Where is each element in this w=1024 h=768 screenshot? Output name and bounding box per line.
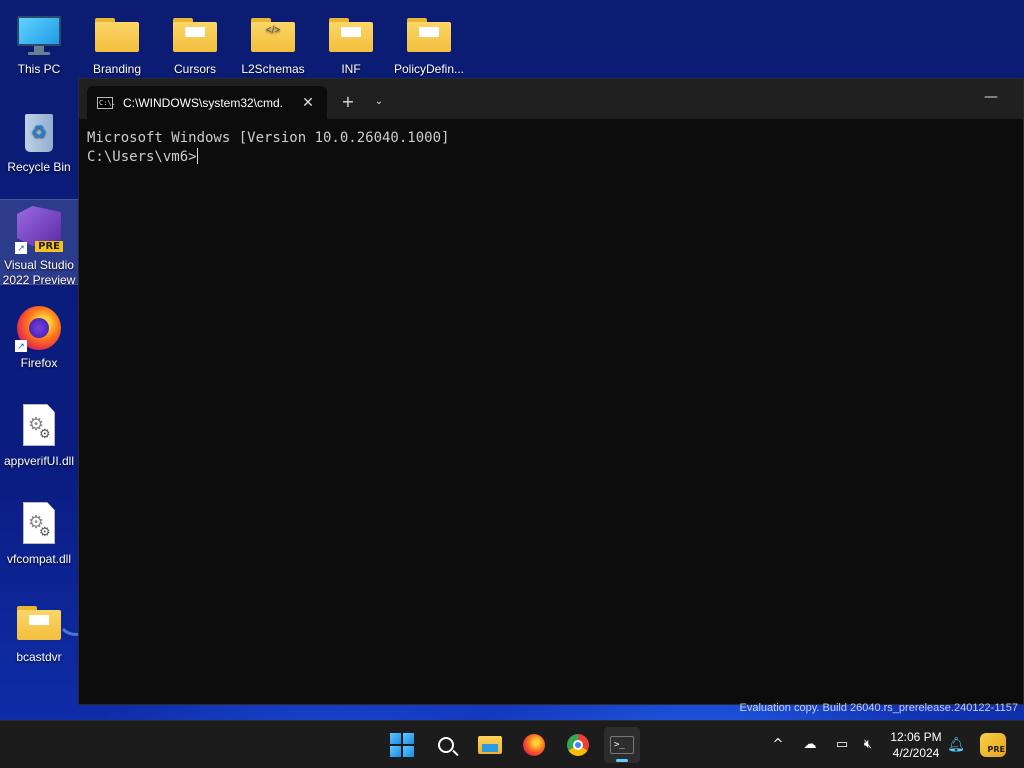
onedrive-offline-icon[interactable]: ☁ [800,735,820,755]
chrome-icon [567,734,589,756]
desktop-icon-label: L2Schemas [241,62,305,76]
recycle-bin-icon: ♻ [15,108,63,156]
search-button[interactable] [428,727,464,763]
firefox-icon [523,734,545,756]
desktop-icon-recycle-bin[interactable]: ♻ Recycle Bin [0,102,78,175]
terminal-titlebar[interactable]: C:\. C:\WINDOWS\system32\cmd. ✕ + ⌄ — [79,79,1023,119]
terminal-taskbar-button[interactable]: >_ [604,727,640,763]
desktop-icon-label: Branding [92,62,142,76]
desktop-icon-inf[interactable]: INF [312,4,390,77]
desktop-icon-label: Visual Studio 2022 Preview [2,258,76,287]
console-line: C:\Users\vm6> [87,148,1015,167]
close-tab-button[interactable]: ✕ [299,95,317,111]
taskbar-clock[interactable]: 12:06 PM 4/2/2024 [880,729,952,761]
volume-muted-icon[interactable]: 🔇︎ [858,735,878,755]
desktop-icon-appverifui-dll[interactable]: ⚙ ⚙ appverifUI.dll [0,396,78,469]
clock-date: 4/2/2024 [892,746,940,760]
console-line: Microsoft Windows [Version 10.0.26040.10… [87,130,450,146]
terminal-window[interactable]: C:\. C:\WINDOWS\system32\cmd. ✕ + ⌄ — Mi… [78,78,1024,705]
chrome-taskbar-button[interactable] [560,727,596,763]
show-hidden-icons-button[interactable]: ^ [768,735,788,755]
desktop-icon-this-pc[interactable]: This PC [0,4,78,77]
folder-icon [171,10,219,58]
folder-icon [405,10,453,58]
text-cursor [196,148,198,164]
shortcut-arrow-icon: ↗ [15,340,27,352]
tab-title: C:\WINDOWS\system32\cmd. [123,95,284,110]
console-output[interactable]: Microsoft Windows [Version 10.0.26040.10… [79,119,1023,177]
clock-time: 12:06 PM [890,730,942,744]
new-tab-button[interactable]: + [337,91,359,113]
desktop-icon-label: PolicyDefin... [393,62,465,76]
desktop-icon-label: vfcompat.dll [6,552,72,566]
chevron-down-icon[interactable]: ⌄ [369,91,389,113]
notification-bell-icon[interactable]: 🔔︎ [946,735,966,755]
desktop-icon-vfcompat-dll[interactable]: ⚙ ⚙ vfcompat.dll [0,494,78,567]
desktop-icon-l2schemas[interactable]: </> L2Schemas [234,4,312,77]
monitor-icon [15,10,63,58]
cmd-icon: C:\. [97,96,116,109]
desktop-icon-label: Firefox [20,356,58,370]
preview-badge: PRE [35,241,63,252]
desktop-icon-visual-studio[interactable]: PRE ↗ Visual Studio 2022 Preview [0,199,79,287]
windows-logo-icon [390,733,414,757]
command-prompt: C:\Users\vm6> [87,149,197,165]
copilot-preview-button[interactable]: PRE [980,733,1006,757]
terminal-icon: >_ [610,736,634,754]
taskbar: >_ ^ ☁ ▭ 🔇︎ 12:06 PM 4/2/2024 🔔︎ PRE [0,720,1024,768]
desktop-icon-bcastdvr[interactable]: bcastdvr [0,592,78,665]
folder-icon [93,10,141,58]
network-icon[interactable]: ▭ [832,735,852,755]
desktop-icon-label: Cursors [173,62,216,76]
desktop-icon-label: bcastdvr [16,650,62,664]
tab-cmd[interactable]: C:\. C:\WINDOWS\system32\cmd. ✕ [87,86,327,119]
desktop-icon-label: appverifUI.dll [3,454,75,468]
folder-code-icon: </> [249,10,297,58]
minimize-button[interactable]: — [979,89,1003,109]
firefox-icon: ↗ [15,304,63,352]
search-icon [438,737,454,753]
evaluation-watermark: Evaluation copy. Build 26040.rs_prerelea… [739,702,1018,714]
visual-studio-icon: PRE ↗ [15,206,63,254]
desktop-icon-policydefinitions[interactable]: PolicyDefin... [390,4,468,77]
desktop-icon-cursors[interactable]: Cursors [156,4,234,77]
file-explorer-icon [478,736,502,754]
dll-file-icon: ⚙ ⚙ [15,500,63,548]
file-explorer-button[interactable] [472,727,508,763]
desktop-icon-firefox[interactable]: ↗ Firefox [0,298,78,371]
folder-icon [15,598,63,646]
desktop-icon-label: INF [341,62,361,76]
firefox-taskbar-button[interactable] [516,727,552,763]
desktop-icon-label: This PC [17,62,61,76]
dll-file-icon: ⚙ ⚙ [15,402,63,450]
desktop-icon-branding[interactable]: Branding [78,4,156,77]
folder-icon [327,10,375,58]
shortcut-arrow-icon: ↗ [15,242,27,254]
desktop-icon-label: Recycle Bin [7,160,71,174]
start-button[interactable] [384,727,420,763]
